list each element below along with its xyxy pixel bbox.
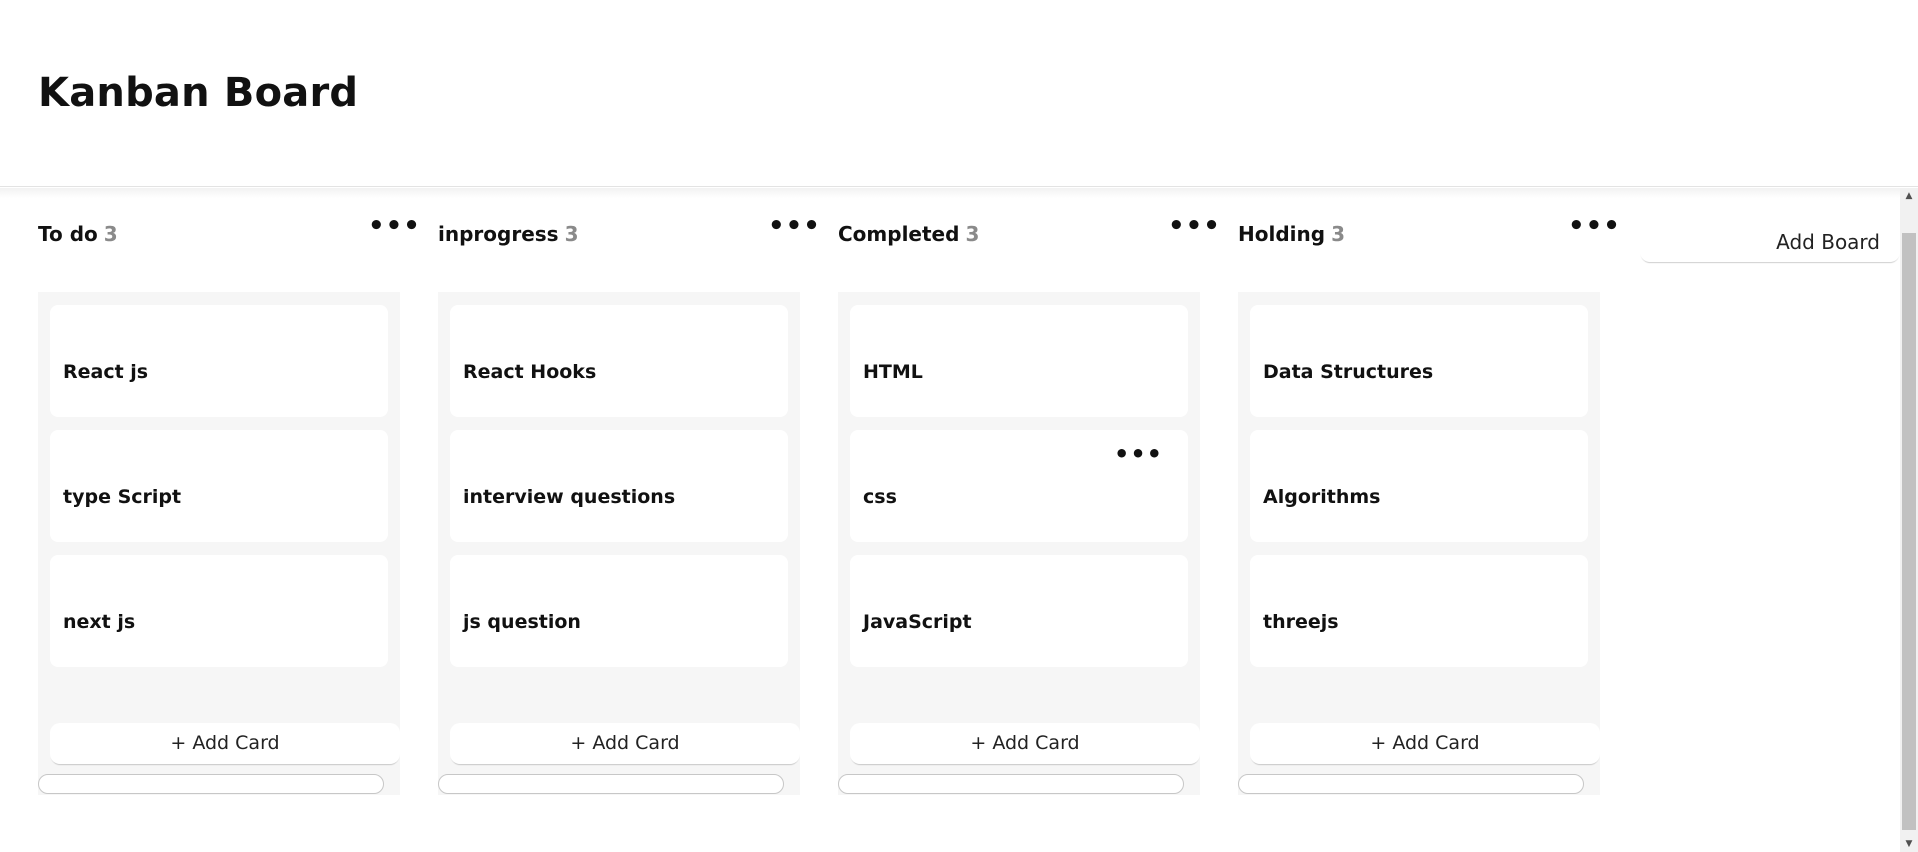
board-footer-input[interactable] <box>1238 774 1584 794</box>
board-card-count: 3 <box>103 222 118 246</box>
board-title: Holding 3 <box>1238 222 1345 246</box>
more-horizontal-icon[interactable]: ••• <box>368 213 420 239</box>
board-title-text: Completed <box>838 222 960 246</box>
kanban-app: Kanban Board To do 3 ••• React js type Sc… <box>0 0 1918 852</box>
board-title-text: Holding <box>1238 222 1326 246</box>
card-title: JavaScript <box>863 611 972 633</box>
card[interactable]: type Script <box>50 430 388 542</box>
page-title: Kanban Board <box>38 70 359 116</box>
add-card-button[interactable]: + Add Card <box>450 723 800 764</box>
board-header: inprogress 3 ••• <box>438 213 820 252</box>
card-title: threejs <box>1263 611 1339 633</box>
card[interactable]: JavaScript <box>850 555 1188 667</box>
board-card-count: 3 <box>1331 222 1345 246</box>
card-title: HTML <box>863 361 923 383</box>
top-bar: Kanban Board <box>0 0 1918 187</box>
board-title-text: To do <box>38 222 98 246</box>
board-footer-input[interactable] <box>838 774 1184 794</box>
more-horizontal-icon[interactable]: ••• <box>1114 442 1162 466</box>
card-title: interview questions <box>463 486 676 508</box>
board-header: To do 3 ••• <box>38 213 420 252</box>
card-title: Algorithms <box>1263 486 1381 508</box>
board-card-list: HTML ••• css JavaScript + Add Card <box>838 292 1200 795</box>
card[interactable]: js question <box>450 555 788 667</box>
card[interactable]: HTML <box>850 305 1188 417</box>
card[interactable]: React Hooks <box>450 305 788 417</box>
vertical-scrollbar[interactable]: ▲ ▼ <box>1900 188 1918 852</box>
board-title: To do 3 <box>38 222 118 246</box>
card[interactable]: Algorithms <box>1250 430 1588 542</box>
board-footer-input[interactable] <box>38 774 384 794</box>
board-card-count: 3 <box>965 222 980 246</box>
card-title: React Hooks <box>463 361 597 383</box>
boards-container: To do 3 ••• React js type Script next js … <box>0 188 1900 852</box>
card[interactable]: next js <box>50 555 388 667</box>
board-header: Holding 3 ••• <box>1238 213 1620 252</box>
add-card-button[interactable]: + Add Card <box>850 723 1200 764</box>
scroll-down-arrow-icon[interactable]: ▼ <box>1900 836 1918 852</box>
board-title: Completed 3 <box>838 222 979 246</box>
more-horizontal-icon[interactable]: ••• <box>768 213 820 239</box>
board-card-list: React js type Script next js + Add Card <box>38 292 400 795</box>
card[interactable]: threejs <box>1250 555 1588 667</box>
card[interactable]: React js <box>50 305 388 417</box>
card-title: next js <box>63 611 136 633</box>
board-title: inprogress 3 <box>438 222 579 246</box>
board-card-list: Data Structures Algorithms threejs + Add… <box>1238 292 1600 795</box>
add-card-button[interactable]: + Add Card <box>1250 723 1600 764</box>
scroll-up-arrow-icon[interactable]: ▲ <box>1900 188 1918 204</box>
more-horizontal-icon[interactable]: ••• <box>1568 213 1620 239</box>
card-title: Data Structures <box>1263 361 1434 383</box>
board-footer-input[interactable] <box>438 774 784 794</box>
card[interactable]: Data Structures <box>1250 305 1588 417</box>
board-card-list: React Hooks interview questions js quest… <box>438 292 800 795</box>
card-title: js question <box>463 611 581 633</box>
board-title-text: inprogress <box>438 222 559 246</box>
add-board-button[interactable]: Add Board <box>1640 222 1900 262</box>
scrollbar-thumb[interactable] <box>1902 233 1916 830</box>
board-card-count: 3 <box>564 222 579 246</box>
card-title: css <box>863 486 897 508</box>
card[interactable]: interview questions <box>450 430 788 542</box>
card-title: type Script <box>63 486 182 508</box>
card-title: React js <box>63 361 149 383</box>
board-header: Completed 3 ••• <box>838 213 1220 252</box>
add-card-button[interactable]: + Add Card <box>50 723 400 764</box>
more-horizontal-icon[interactable]: ••• <box>1168 213 1220 239</box>
card[interactable]: ••• css <box>850 430 1188 542</box>
